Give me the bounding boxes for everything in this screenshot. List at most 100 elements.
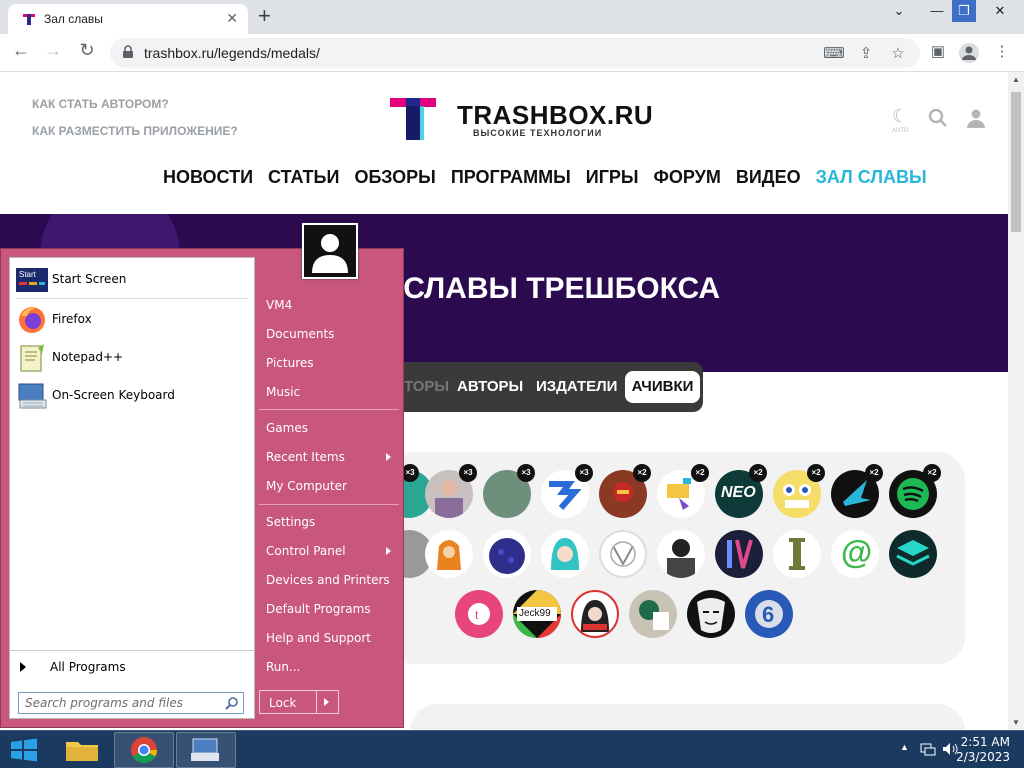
become-author-link[interactable]: КАК СТАТЬ АВТОРОМ? <box>32 97 169 111</box>
start-right-control-panel[interactable]: Control Panel <box>266 544 391 558</box>
nav-hall-of-fame[interactable]: ЗАЛ СЛАВЫ <box>816 167 927 188</box>
taskbar-on-screen-keyboard[interactable] <box>176 732 236 768</box>
forward-arrow-icon[interactable]: → <box>40 40 66 61</box>
restore-button[interactable]: ❐ <box>952 0 976 22</box>
medal-badge[interactable]: @ <box>831 530 879 578</box>
minimize-button[interactable]: — <box>922 0 952 22</box>
page-scrollbar[interactable]: ▲ ▼ <box>1008 72 1024 730</box>
site-logo-text[interactable]: TRASHBOX.RU <box>457 100 653 131</box>
all-programs-button[interactable]: All Programs <box>20 660 126 674</box>
medal-multiplier-badge: ×2 <box>923 464 941 482</box>
pinned-on-screen-keyboard[interactable]: On-Screen Keyboard <box>16 378 248 414</box>
tab-achievements[interactable]: АЧИВКИ <box>625 371 700 403</box>
taskbar-clock[interactable]: 2:51 AM 2/3/2023 <box>956 735 1010 765</box>
address-bar[interactable]: trashbox.ru/legends/medals/ ⌨ ⇪ ☆ <box>110 38 920 68</box>
browser-menu-icon[interactable]: ⋮ <box>990 42 1014 60</box>
start-right-pictures[interactable]: Pictures <box>266 356 314 370</box>
site-tagline: ВЫСОКИЕ ТЕХНОЛОГИИ <box>473 128 603 138</box>
nav-programs[interactable]: ПРОГРАММЫ <box>451 167 571 188</box>
search-icon[interactable] <box>928 108 948 128</box>
start-right-run[interactable]: Run... <box>266 660 300 674</box>
trashbox-favicon-icon <box>23 14 35 25</box>
medal-badge[interactable] <box>629 590 677 638</box>
place-app-link[interactable]: КАК РАЗМЕСТИТЬ ПРИЛОЖЕНИЕ? <box>32 124 238 138</box>
medal-badge[interactable] <box>425 530 473 578</box>
bookmark-star-icon[interactable]: ☆ <box>886 44 910 62</box>
start-screen-icon-text: Start <box>19 270 37 279</box>
main-navigation: НОВОСТИ СТАТЬИ ОБЗОРЫ ПРОГРАММЫ ИГРЫ ФОР… <box>163 167 942 188</box>
profile-icon[interactable] <box>958 42 980 64</box>
start-screen-icon: Start <box>16 268 48 292</box>
pinned-firefox[interactable]: Firefox <box>16 302 248 338</box>
start-right-devices-and-printers[interactable]: Devices and Printers <box>266 573 390 587</box>
scrollbar-thumb[interactable] <box>1011 92 1021 232</box>
start-right-music[interactable]: Music <box>266 385 300 399</box>
start-right-games[interactable]: Games <box>266 421 308 435</box>
lock-button[interactable]: Lock <box>259 690 339 714</box>
show-hidden-icons-icon[interactable]: ▲ <box>900 742 909 752</box>
separator <box>10 650 254 651</box>
browser-tab[interactable]: Зал славы ✕ <box>8 4 248 34</box>
start-right-recent-items[interactable]: Recent Items <box>266 450 391 464</box>
start-right-my-computer[interactable]: My Computer <box>266 479 347 493</box>
tab-authors[interactable]: АВТОРЫ <box>457 378 523 395</box>
medal-badge[interactable] <box>773 530 821 578</box>
start-right-documents[interactable]: Documents <box>266 327 334 341</box>
medal-multiplier-badge: ×2 <box>691 464 709 482</box>
start-right-help-and-support[interactable]: Help and Support <box>266 631 371 645</box>
shutdown-options-arrow-icon[interactable] <box>324 698 329 706</box>
scroll-up-arrow-icon[interactable]: ▲ <box>1012 75 1020 84</box>
nav-reviews[interactable]: ОБЗОРЫ <box>354 167 435 188</box>
side-panel-icon[interactable]: ▣ <box>926 42 950 60</box>
start-button[interactable] <box>0 732 48 768</box>
chrome-icon <box>131 737 158 764</box>
search-magnifier-icon[interactable] <box>225 696 239 710</box>
medal-badge[interactable]: 6 <box>745 590 793 638</box>
user-avatar[interactable] <box>302 223 358 279</box>
user-account-icon[interactable] <box>966 108 986 128</box>
nav-news[interactable]: НОВОСТИ <box>163 167 253 188</box>
nav-forum[interactable]: ФОРУМ <box>654 167 721 188</box>
start-right-vm4[interactable]: VM4 <box>266 298 292 312</box>
medal-badge[interactable] <box>687 590 735 638</box>
start-right-settings[interactable]: Settings <box>266 515 315 529</box>
medal-badge[interactable] <box>715 530 763 578</box>
clock-date: 2/3/2023 <box>956 750 1010 764</box>
tab-search-icon[interactable]: ⌄ <box>884 0 914 22</box>
medal-badge[interactable]: t <box>455 590 503 638</box>
start-right-default-programs[interactable]: Default Programs <box>266 602 371 616</box>
browser-toolbar: ← → ↻ trashbox.ru/legends/medals/ ⌨ ⇪ ☆ … <box>0 34 1024 72</box>
close-window-button[interactable]: ✕ <box>980 0 1020 22</box>
content-card <box>410 704 965 730</box>
nav-video[interactable]: ВИДЕО <box>736 167 801 188</box>
medal-badge[interactable] <box>889 530 937 578</box>
medal-badge[interactable] <box>599 530 647 578</box>
network-icon[interactable] <box>920 742 936 756</box>
pinned-item-label: Firefox <box>52 312 92 326</box>
theme-moon-icon[interactable]: ☾ <box>892 106 908 127</box>
medal-badge[interactable] <box>571 590 619 638</box>
trashbox-logo-icon[interactable] <box>390 98 438 142</box>
new-tab-button[interactable]: + <box>258 4 271 28</box>
share-icon[interactable]: ⇪ <box>854 44 878 62</box>
close-tab-icon[interactable]: ✕ <box>226 10 238 27</box>
medal-badge[interactable]: Jeck99 <box>513 590 561 638</box>
medal-badge[interactable] <box>657 530 705 578</box>
start-search-input[interactable]: Search programs and files <box>18 692 244 714</box>
nav-articles[interactable]: СТАТЬИ <box>268 167 339 188</box>
back-arrow-icon[interactable]: ← <box>8 40 34 61</box>
translate-icon[interactable]: ⌨ <box>822 44 846 62</box>
medal-badge[interactable] <box>483 530 531 578</box>
pinned-notepad-plus-plus[interactable]: Notepad++ <box>16 340 248 376</box>
taskbar-file-explorer[interactable] <box>52 732 112 768</box>
taskbar-chrome[interactable] <box>114 732 174 768</box>
medal-badge[interactable] <box>541 530 589 578</box>
tab-publishers[interactable]: ИЗДАТЕЛИ <box>536 378 617 395</box>
pinned-start-screen[interactable]: Start Start Screen <box>16 262 248 298</box>
nav-games[interactable]: ИГРЫ <box>586 167 639 188</box>
notepad-plus-plus-icon <box>20 344 44 372</box>
firefox-icon <box>19 307 45 333</box>
medal-multiplier-badge: ×2 <box>749 464 767 482</box>
scroll-down-arrow-icon[interactable]: ▼ <box>1012 718 1020 727</box>
reload-icon[interactable]: ↻ <box>74 40 100 61</box>
